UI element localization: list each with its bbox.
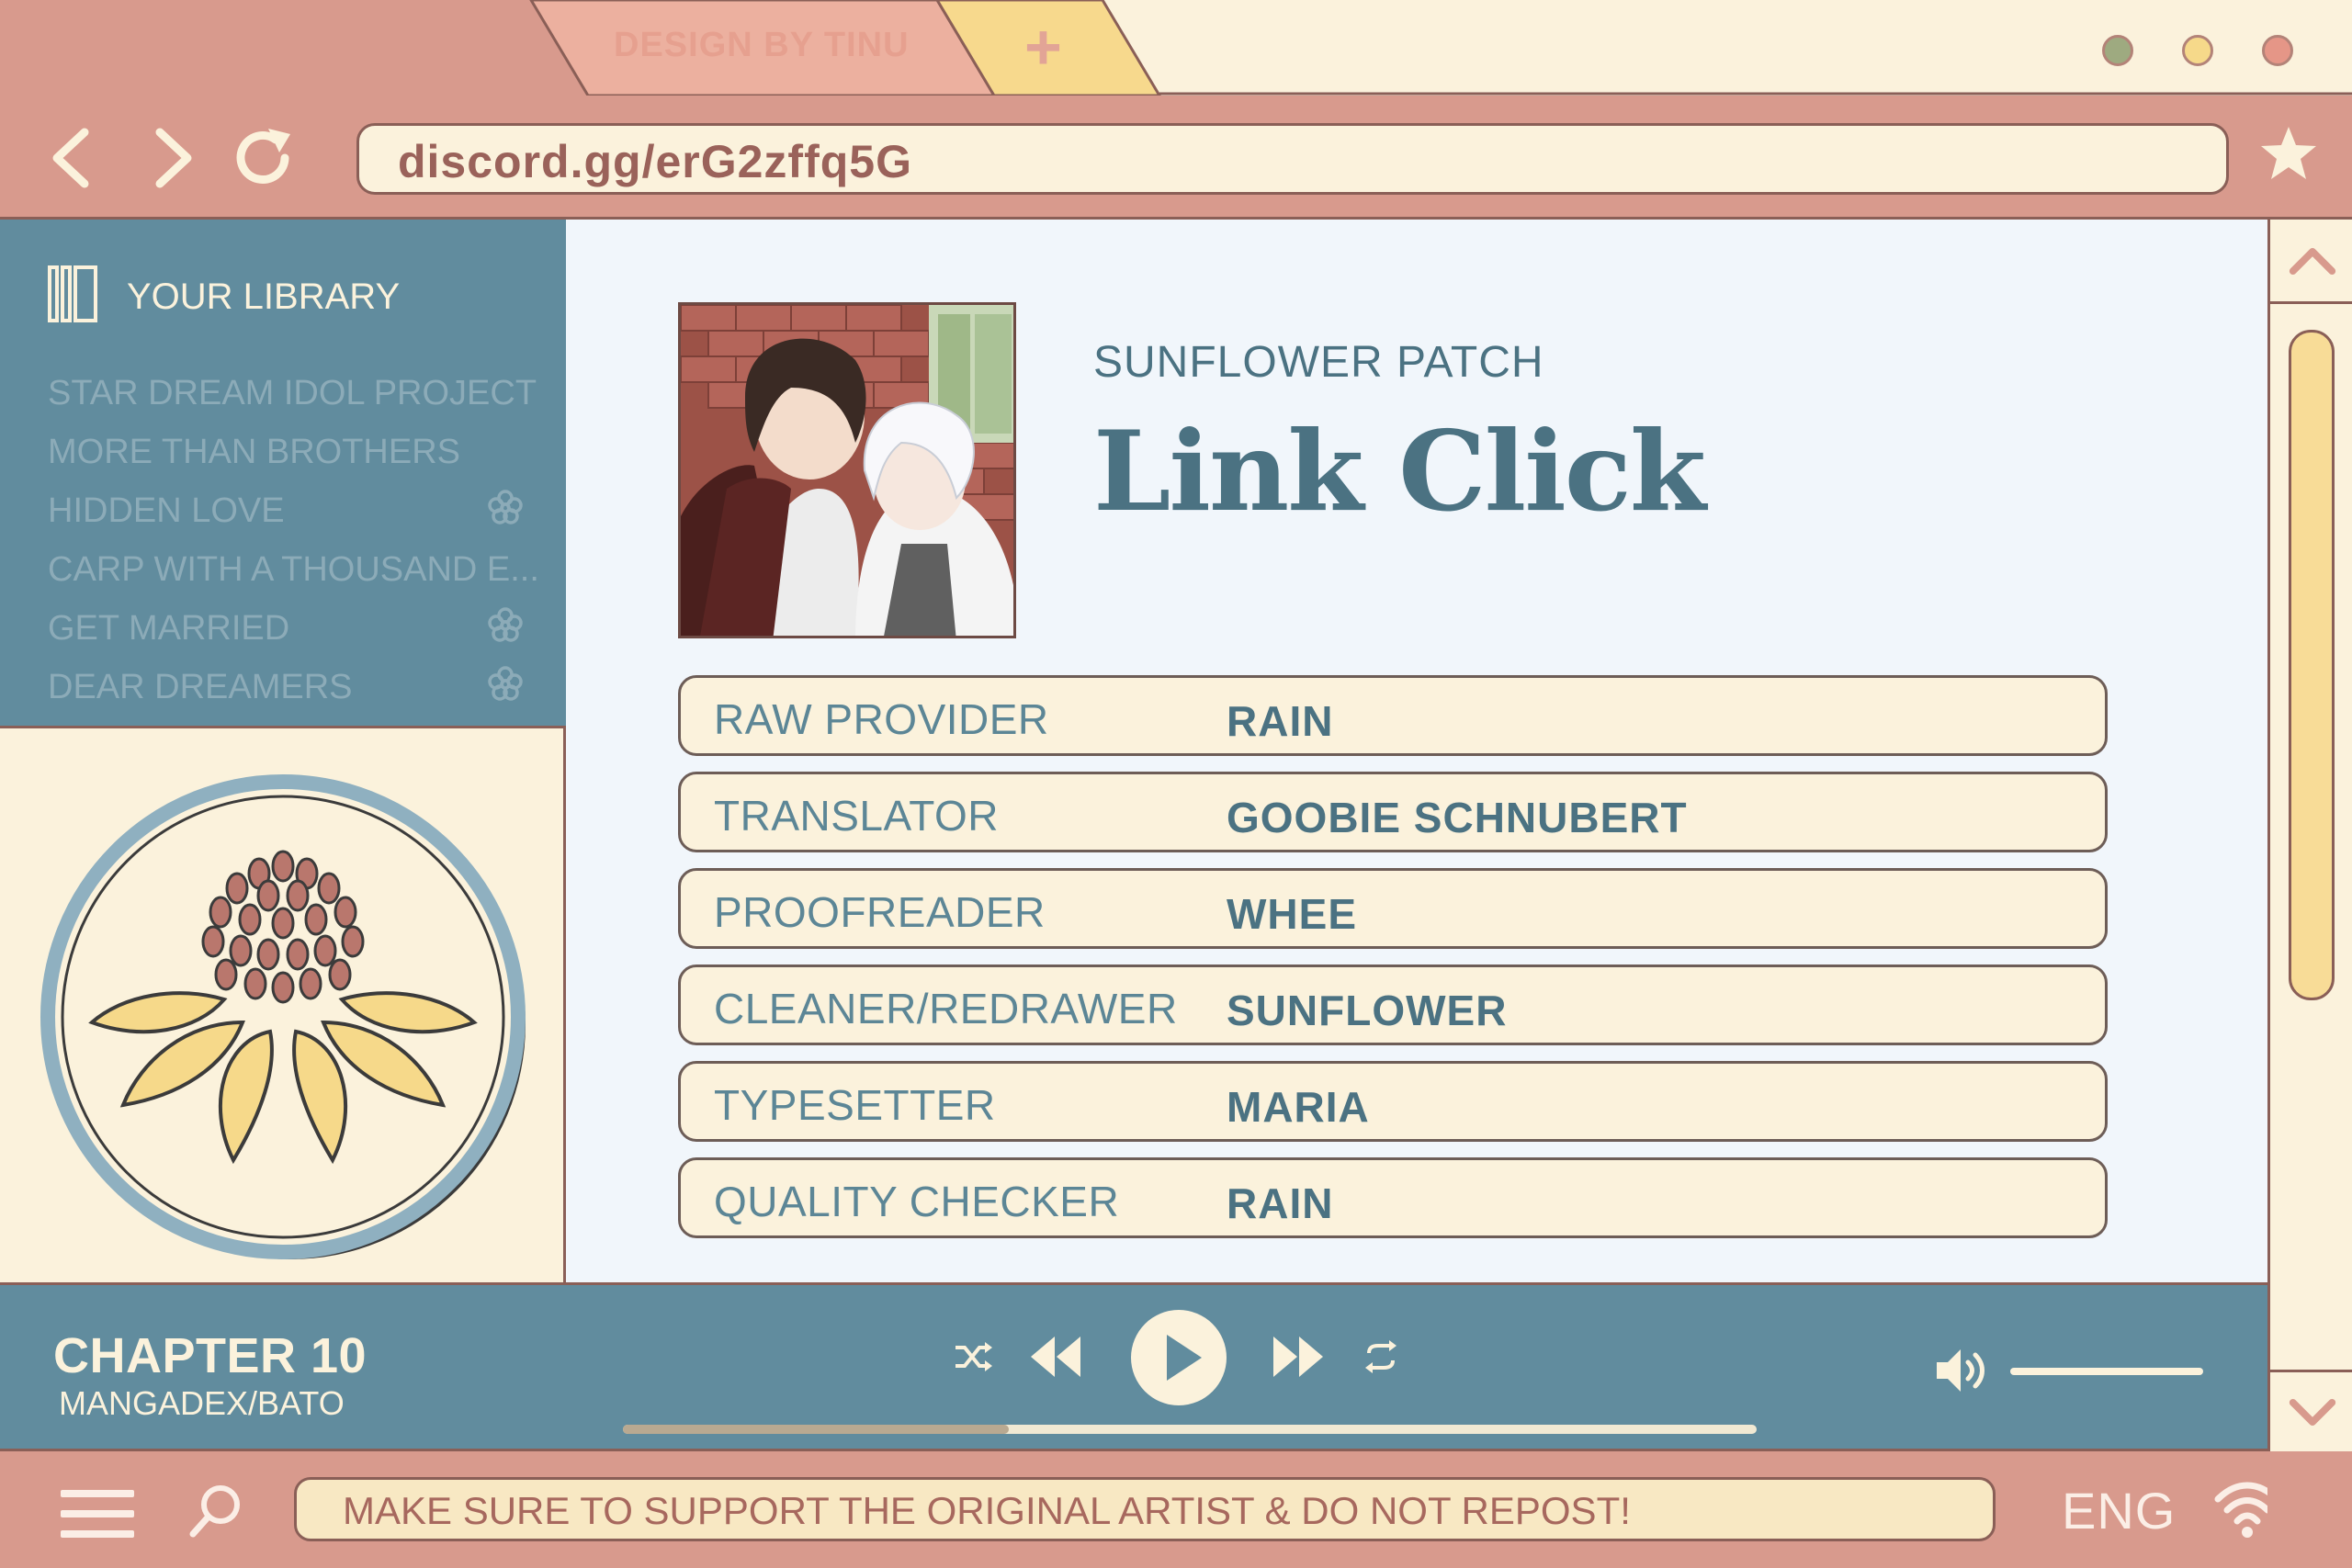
credit-role: PROOFREADER <box>714 888 1046 936</box>
library-item[interactable]: HIDDEN LOVE <box>48 490 526 550</box>
address-bar[interactable]: discord.gg/erG2zffq5G <box>356 123 2229 195</box>
cover-image <box>678 302 1016 638</box>
hamburger-menu-icon[interactable] <box>61 1488 134 1540</box>
maximize-dot[interactable] <box>2182 35 2213 66</box>
fast-forward-icon[interactable] <box>1272 1333 1327 1381</box>
library-item-label: DEAR DREAMERS <box>48 668 353 706</box>
sunflower-logo <box>40 774 526 1259</box>
library-item[interactable]: CARP WITH A THOUSAND E... <box>48 550 539 609</box>
player-bar: CHAPTER 10 MANGADEX/BATO <box>0 1282 2267 1451</box>
library-item[interactable]: STAR DREAM IDOL PROJECT <box>48 374 537 433</box>
library-title: YOUR LIBRARY <box>127 276 401 317</box>
credit-row: RAW PROVIDER RAIN <box>678 675 2108 756</box>
credit-name: WHEE <box>1227 890 1357 938</box>
credit-name: MARIA <box>1227 1083 1370 1131</box>
series-title: Link Click <box>1093 407 1706 536</box>
close-dot[interactable] <box>2262 35 2293 66</box>
status-bar-corner <box>2267 1451 2352 1568</box>
minimize-dot[interactable] <box>2102 35 2133 66</box>
language-indicator[interactable]: ENG <box>2062 1481 2176 1540</box>
flower-icon <box>488 490 523 525</box>
credit-role: CLEANER/REDRAWER <box>714 985 1178 1032</box>
library-item[interactable]: MORE THAN BROTHERS <box>48 433 526 491</box>
chapter-label: CHAPTER 10 <box>53 1328 368 1383</box>
status-bar: MAKE SURE TO SUPPORT THE ORIGINAL ARTIST… <box>0 1451 2280 1568</box>
shuffle-icon[interactable] <box>952 1337 992 1377</box>
star-icon[interactable] <box>2258 123 2319 184</box>
navigation-bar: discord.gg/erG2zffq5G <box>0 96 2352 217</box>
credit-name: SUNFLOWER <box>1227 987 1508 1034</box>
library-item-label: HIDDEN LOVE <box>48 491 285 530</box>
notice-text: MAKE SURE TO SUPPORT THE ORIGINAL ARTIST… <box>343 1489 1631 1532</box>
credits-page: SUNFLOWER PATCH Link Click RAW PROVIDER … <box>566 217 2267 1282</box>
chapter-progress-bar[interactable] <box>623 1425 1757 1434</box>
volume-slider[interactable] <box>2010 1368 2203 1375</box>
search-icon[interactable] <box>187 1483 244 1540</box>
active-tab-label[interactable]: DESIGN BY TINU <box>614 26 910 65</box>
credit-row: TRANSLATOR GOOBIE SCHNUBERT <box>678 772 2108 852</box>
credit-name: RAIN <box>1227 1179 1334 1227</box>
flower-icon <box>488 666 523 701</box>
library-item-label: STAR DREAM IDOL PROJECT <box>48 374 537 412</box>
library-item-label: MORE THAN BROTHERS <box>48 433 461 471</box>
scroll-up-arrow-icon[interactable] <box>2270 220 2352 304</box>
credit-role: QUALITY CHECKER <box>714 1178 1120 1225</box>
credit-role: TRANSLATOR <box>714 792 1000 840</box>
library-panel: YOUR LIBRARY STAR DREAM IDOL PROJECT MOR… <box>0 217 566 726</box>
credit-row: CLEANER/REDRAWER SUNFLOWER <box>678 964 2108 1045</box>
library-list: STAR DREAM IDOL PROJECT MORE THAN BROTHE… <box>48 374 539 727</box>
scroll-down-arrow-icon[interactable] <box>2270 1370 2352 1454</box>
forward-arrow-icon[interactable] <box>134 121 208 195</box>
repeat-icon[interactable] <box>1363 1338 1398 1375</box>
tab-strip <box>0 0 2352 96</box>
scroll-thumb[interactable] <box>2289 330 2335 1000</box>
notice-banner: MAKE SURE TO SUPPORT THE ORIGINAL ARTIST… <box>294 1477 1996 1541</box>
library-item-label: GET MARRIED <box>48 609 290 648</box>
url-text[interactable]: discord.gg/erG2zffq5G <box>398 135 912 188</box>
credit-name: GOOBIE SCHNUBERT <box>1227 794 1688 841</box>
logo-panel <box>0 726 566 1282</box>
library-icon <box>48 265 97 322</box>
credit-role: TYPESETTER <box>714 1081 996 1129</box>
vertical-scrollbar[interactable] <box>2267 217 2352 1451</box>
play-button[interactable] <box>1128 1307 1229 1408</box>
volume-icon[interactable] <box>1933 1344 1994 1397</box>
library-item[interactable]: GET MARRIED <box>48 607 526 668</box>
back-arrow-icon[interactable] <box>37 121 110 195</box>
scanlation-group-name: SUNFLOWER PATCH <box>1093 338 1544 387</box>
flower-icon <box>488 607 523 642</box>
reload-icon[interactable] <box>228 121 301 195</box>
credit-row: QUALITY CHECKER RAIN <box>678 1157 2108 1238</box>
title-bar: DESIGN BY TINU + <box>0 0 2352 96</box>
credit-row: PROOFREADER WHEE <box>678 868 2108 949</box>
chapter-progress-fill <box>623 1425 1009 1434</box>
library-item-label: CARP WITH A THOUSAND E... <box>48 550 539 589</box>
rewind-icon[interactable] <box>1027 1333 1082 1381</box>
source-label: MANGADEX/BATO <box>59 1384 345 1422</box>
credit-row: TYPESETTER MARIA <box>678 1061 2108 1142</box>
credit-name: RAIN <box>1227 697 1334 745</box>
library-item[interactable]: DEAR DREAMERS <box>48 666 526 727</box>
credit-role: RAW PROVIDER <box>714 695 1049 743</box>
new-tab-button[interactable]: + <box>1024 15 1062 79</box>
